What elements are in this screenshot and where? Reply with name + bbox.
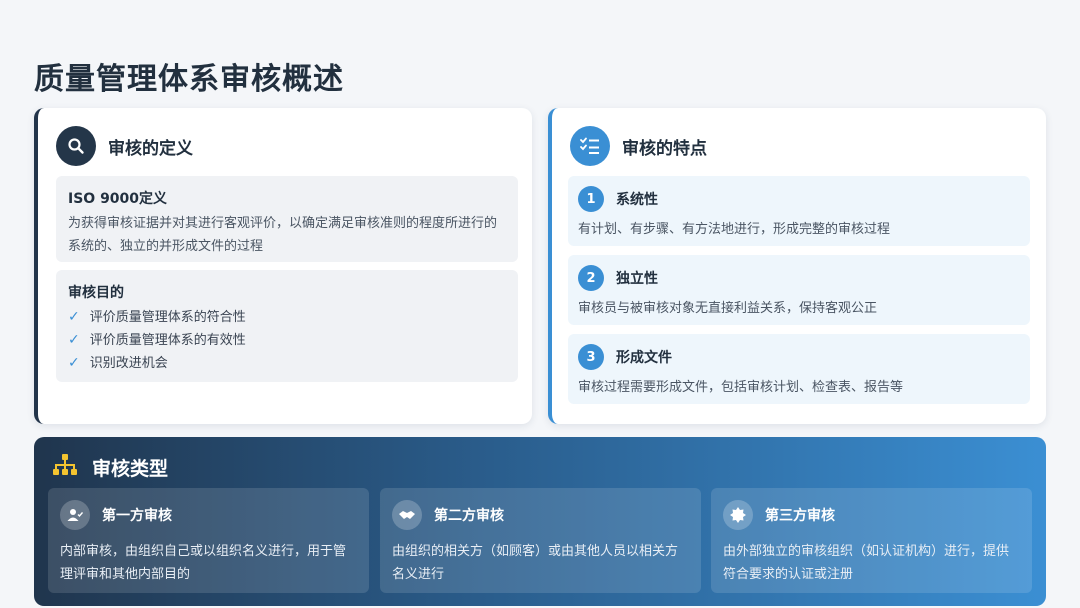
feature-number-badge: 3 xyxy=(578,344,604,370)
features-card: 审核的特点 1 系统性 有计划、有步骤、有方法地进行，形成完整的审核过程 2 独… xyxy=(548,108,1046,424)
purpose-item-label: 识别改进机会 xyxy=(89,356,168,371)
feature-item: 3 形成文件 审核过程需要形成文件，包括审核计划、检查表、报告等 xyxy=(568,334,1030,404)
purpose-item: ✓ 识别改进机会 xyxy=(68,352,506,375)
feature-number-badge: 1 xyxy=(578,186,604,212)
audit-type-text: 由组织的相关方（如顾客）或由其他人员以相关方名义进行 xyxy=(392,544,679,582)
purpose-item-label: 评价质量管理体系的有效性 xyxy=(89,333,246,348)
features-card-header: 审核的特点 xyxy=(570,126,707,166)
handshake-icon xyxy=(392,500,422,530)
iso-definition-text: 为获得审核证据并对其进行客观评价，以确定满足审核准则的程度所进行的系统的、独立的… xyxy=(68,216,498,254)
page-title: 质量管理体系审核概述 xyxy=(34,62,344,97)
audit-type-title: 第二方审核 xyxy=(434,508,504,524)
feature-title: 独立性 xyxy=(616,271,658,287)
purpose-item: ✓ 评价质量管理体系的符合性 xyxy=(68,306,506,329)
user-check-icon xyxy=(60,500,90,530)
org-chart-icon xyxy=(52,453,78,481)
audit-type-card: 第二方审核 由组织的相关方（如顾客）或由其他人员以相关方名义进行 xyxy=(380,488,701,593)
feature-text: 审核过程需要形成文件，包括审核计划、检查表、报告等 xyxy=(578,380,904,395)
feature-text: 审核员与被审核对象无直接利益关系，保持客观公正 xyxy=(578,301,878,316)
definition-card-header: 审核的定义 xyxy=(56,126,193,166)
check-icon: ✓ xyxy=(68,355,80,371)
audit-purpose-box: 审核目的 ✓ 评价质量管理体系的符合性 ✓ 评价质量管理体系的有效性 ✓ 识别改… xyxy=(56,270,518,382)
audit-types-header: 审核类型 xyxy=(52,453,168,481)
audit-types-title: 审核类型 xyxy=(92,457,169,480)
check-icon: ✓ xyxy=(68,309,80,325)
iso-definition-title: ISO 9000定义 xyxy=(68,191,168,207)
definition-card: 审核的定义 ISO 9000定义 为获得审核证据并对其进行客观评价，以确定满足审… xyxy=(34,108,532,424)
audit-type-text: 由外部独立的审核组织（如认证机构）进行，提供符合要求的认证或注册 xyxy=(723,544,1010,582)
audit-type-card: 第一方审核 内部审核，由组织自己或以组织名义进行，用于管理评审和其他内部目的 xyxy=(48,488,369,593)
search-icon xyxy=(56,126,96,166)
feature-item: 1 系统性 有计划、有步骤、有方法地进行，形成完整的审核过程 xyxy=(568,176,1030,246)
feature-number-badge: 2 xyxy=(578,265,604,291)
audit-type-text: 内部审核，由组织自己或以组织名义进行，用于管理评审和其他内部目的 xyxy=(60,544,347,582)
features-card-title: 审核的特点 xyxy=(622,138,707,159)
audit-purpose-title: 审核目的 xyxy=(68,285,124,301)
feature-title: 系统性 xyxy=(616,192,658,208)
feature-title: 形成文件 xyxy=(616,350,672,366)
audit-types-panel: 审核类型 第一方审核 内部审核，由组织自己或以组织名义进行，用于管理评审和其他内… xyxy=(34,437,1046,606)
definition-card-title: 审核的定义 xyxy=(108,138,193,159)
feature-text: 有计划、有步骤、有方法地进行，形成完整的审核过程 xyxy=(578,222,891,237)
check-icon: ✓ xyxy=(68,332,80,348)
feature-item: 2 独立性 审核员与被审核对象无直接利益关系，保持客观公正 xyxy=(568,255,1030,325)
audit-type-card: 第三方审核 由外部独立的审核组织（如认证机构）进行，提供符合要求的认证或注册 xyxy=(711,488,1032,593)
audit-type-title: 第三方审核 xyxy=(765,508,835,524)
audit-type-title: 第一方审核 xyxy=(102,508,172,524)
iso-definition-box: ISO 9000定义 为获得审核证据并对其进行客观评价，以确定满足审核准则的程度… xyxy=(56,176,518,262)
checklist-icon xyxy=(570,126,610,166)
certificate-icon xyxy=(723,500,753,530)
purpose-item: ✓ 评价质量管理体系的有效性 xyxy=(68,329,506,352)
purpose-item-label: 评价质量管理体系的符合性 xyxy=(89,310,246,325)
